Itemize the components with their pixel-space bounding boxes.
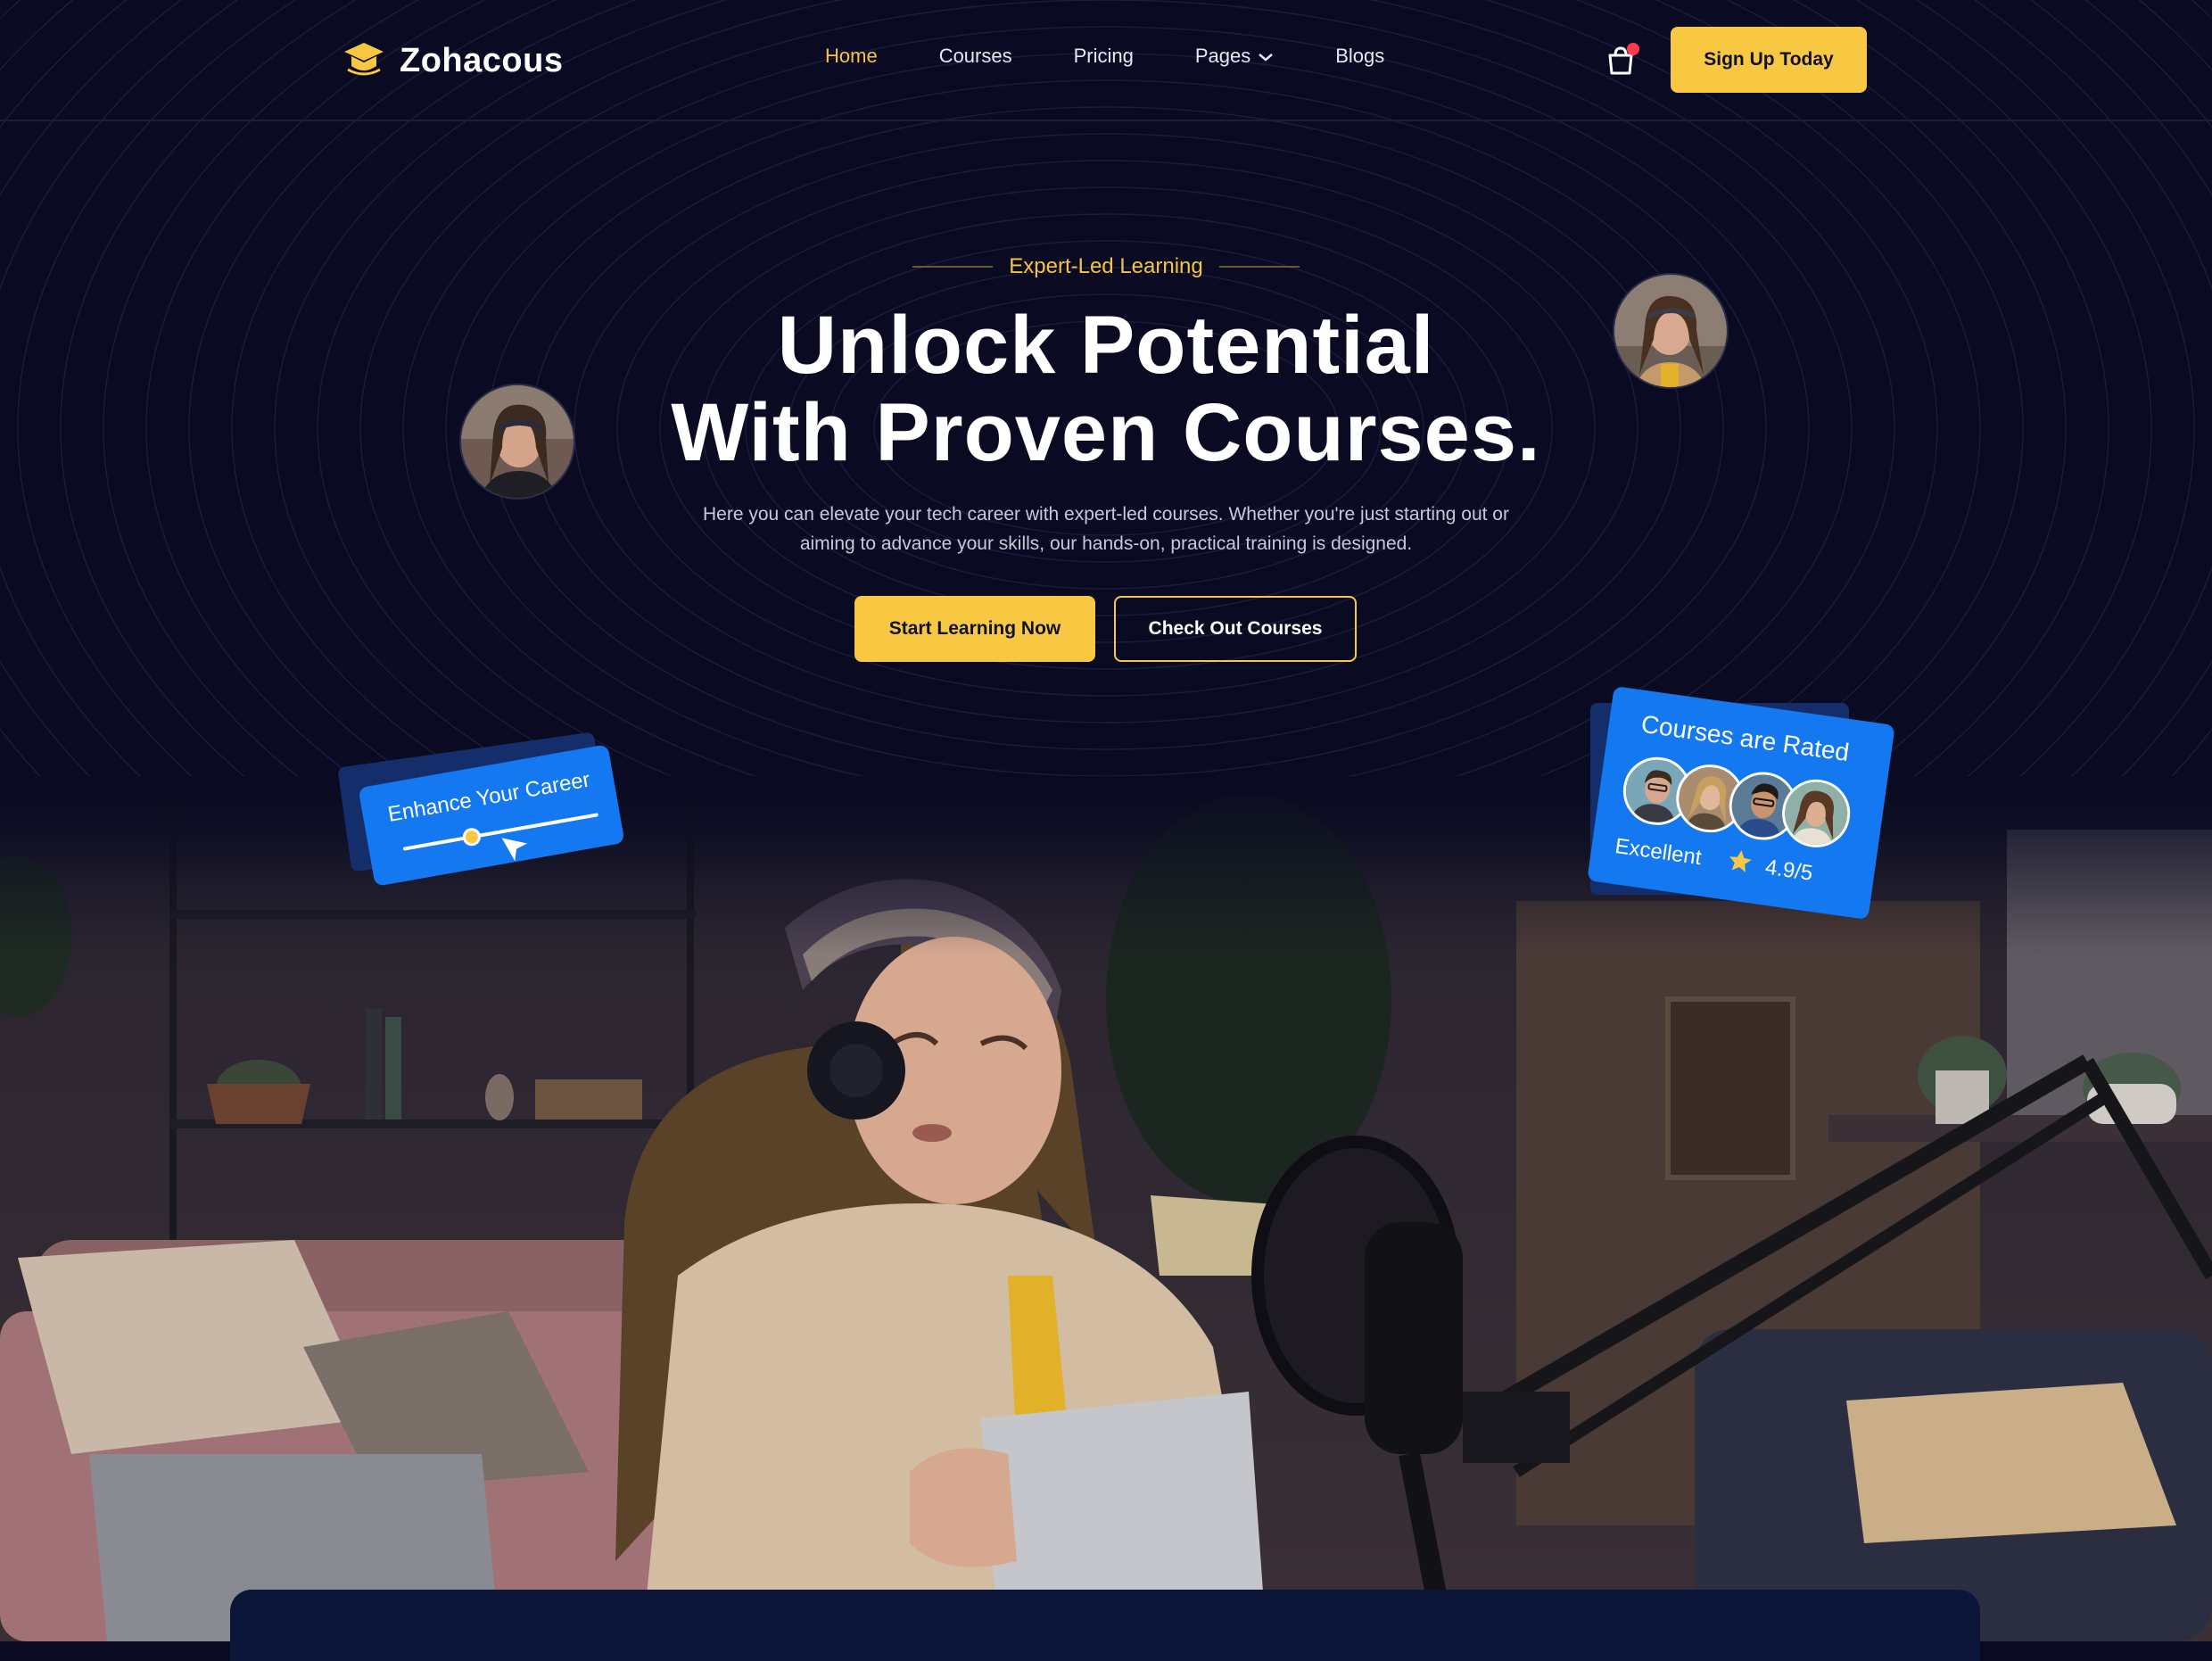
- floating-avatar-left: [459, 384, 575, 500]
- brand-logo[interactable]: Zohacous: [343, 39, 563, 83]
- career-slider-knob[interactable]: [460, 826, 483, 847]
- sign-up-button[interactable]: Sign Up Today: [1671, 27, 1867, 93]
- check-out-courses-button[interactable]: Check Out Courses: [1114, 596, 1357, 662]
- enhance-career-card: Enhance Your Career: [337, 731, 629, 887]
- nav-item-courses[interactable]: Courses: [939, 45, 1012, 68]
- nav-label: Home: [825, 45, 878, 67]
- nav-item-pricing[interactable]: Pricing: [1074, 45, 1134, 68]
- site-header: Zohacous Home Courses Pricing Pages Blog…: [0, 0, 2212, 121]
- main-nav: Home Courses Pricing Pages Blogs: [825, 45, 1446, 68]
- nav-item-home[interactable]: Home: [825, 45, 878, 68]
- nav-label: Pricing: [1073, 45, 1134, 67]
- star-icon: [1724, 847, 1755, 881]
- tagline-divider-left: [912, 266, 994, 268]
- rated-card-front: Courses are Rated Excellent 4.9/5: [1587, 685, 1895, 921]
- bottom-panel: [230, 1590, 1980, 1661]
- nav-label: Blogs: [1335, 45, 1385, 67]
- hero-title: Unlock Potential With Proven Courses.: [0, 302, 2212, 476]
- rating-label: Excellent: [1614, 833, 1704, 871]
- nav-item-pages[interactable]: Pages: [1195, 45, 1274, 68]
- hero-description: Here you can elevate your tech career wi…: [703, 504, 1509, 554]
- chevron-down-icon: [1258, 45, 1274, 68]
- brand-name: Zohacous: [400, 42, 564, 79]
- hero-title-line-1: Unlock Potential: [777, 300, 1435, 391]
- hero-title-line-2: With Proven Courses.: [671, 387, 1541, 478]
- start-learning-button[interactable]: Start Learning Now: [854, 596, 1095, 662]
- nav-label: Courses: [938, 45, 1012, 67]
- reviewer-avatars: [1619, 752, 1855, 852]
- graduation-cap-icon: [343, 39, 385, 83]
- tagline-text: Expert-Led Learning: [1009, 254, 1203, 278]
- rating-score: 4.9/5: [1763, 855, 1814, 886]
- hero-tagline: Expert-Led Learning: [0, 254, 2212, 279]
- nav-item-blogs[interactable]: Blogs: [1335, 45, 1384, 68]
- floating-avatar-right: [1613, 273, 1729, 389]
- cart-button[interactable]: [1605, 43, 1641, 80]
- tagline-divider-right: [1218, 266, 1300, 268]
- shopping-bag-icon: [1605, 46, 1636, 80]
- cursor-pointer-icon: [499, 830, 534, 870]
- courses-rated-card: Courses are Rated Excellent 4.9/5: [1583, 685, 1895, 921]
- cart-notification-dot: [1627, 43, 1639, 55]
- nav-label: Pages: [1194, 45, 1251, 67]
